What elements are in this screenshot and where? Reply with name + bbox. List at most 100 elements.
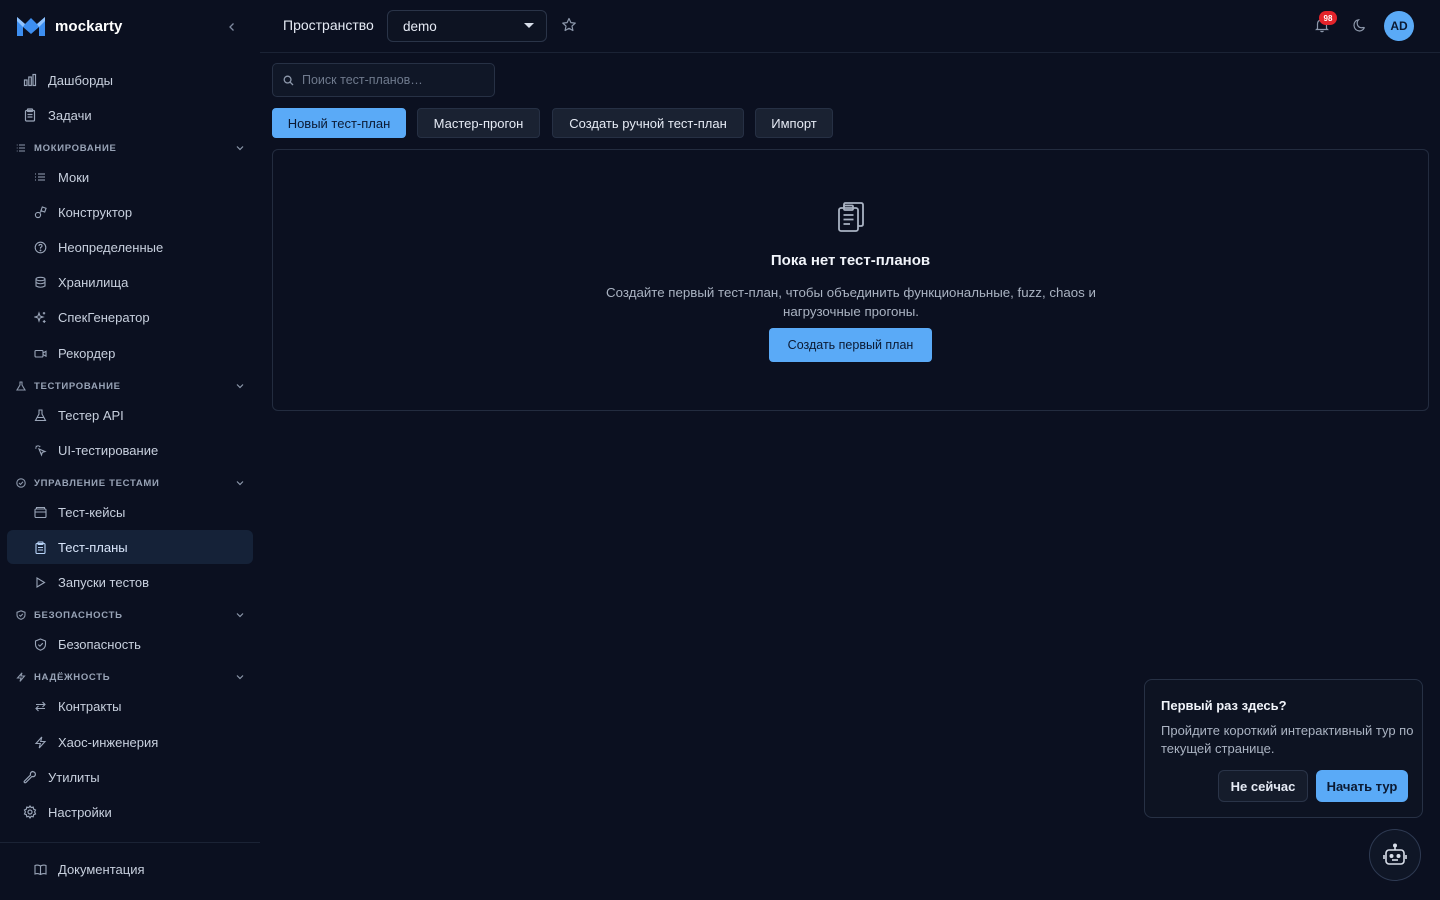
sidebar-item-dashboards[interactable]: Дашборды (7, 63, 253, 97)
tour-later-button[interactable]: Не сейчас (1218, 770, 1308, 802)
create-first-plan-button[interactable]: Создать первый план (769, 328, 932, 362)
sidebar-item-label: UI-тестирование (58, 442, 159, 458)
sidebar-item-chaos-engineering[interactable]: Хаос-инженерия (7, 725, 253, 759)
button-label: Не сейчас (1230, 778, 1296, 794)
empty-state-title: Пока нет тест-планов (770, 252, 931, 269)
sidebar-item-test-plans[interactable]: Тест-планы (7, 530, 253, 564)
search-input[interactable] (302, 73, 482, 87)
tour-start-button[interactable]: Начать тур (1316, 770, 1408, 802)
sidebar-item-label: Конструктор (58, 204, 133, 220)
new-test-plan-button[interactable]: Новый тест-план (272, 108, 406, 138)
section-title: МОКИРОВАНИЕ (34, 142, 117, 154)
sidebar-item-label: Тест-планы (58, 539, 128, 555)
tour-title: Первый раз здесь? (1161, 698, 1287, 713)
clipboard-icon (23, 108, 37, 122)
sidebar-item-ui-testing[interactable]: UI-тестирование (7, 433, 253, 467)
assistant-bot-button[interactable] (1369, 829, 1421, 881)
section-title: УПРАВЛЕНИЕ ТЕСТАМИ (34, 477, 160, 489)
workspace-value: demo (403, 18, 437, 34)
sidebar-item-label: Безопасность (58, 636, 141, 652)
sidebar-item-contracts[interactable]: Контракты (7, 689, 253, 723)
sidebar-item-api-tester[interactable]: Тестер API (7, 398, 253, 432)
section-security[interactable]: БЕЗОПАСНОСТЬ (7, 605, 253, 625)
create-manual-plan-button[interactable]: Создать ручной тест-план (552, 108, 744, 138)
chevron-down-icon (235, 143, 245, 153)
sidebar-item-test-runs[interactable]: Запуски тестов (7, 565, 253, 599)
chevron-down-icon (235, 610, 245, 620)
empty-state-description: Создайте первый тест-план, чтобы объедин… (606, 285, 1096, 319)
sparkles-icon (33, 310, 47, 324)
section-testing[interactable]: ТЕСТИРОВАНИЕ (7, 376, 253, 396)
sidebar-divider (0, 842, 260, 843)
import-button[interactable]: Импорт (755, 108, 833, 138)
tour-text: Пройдите короткий интерактивный тур по т… (1161, 723, 1414, 756)
sidebar-item-mocks[interactable]: Моки (7, 160, 253, 194)
chevron-down-icon (235, 478, 245, 488)
search-box[interactable] (272, 63, 495, 97)
sidebar-item-label: СпекГенератор (58, 309, 150, 325)
sidebar-item-label: Тестер API (58, 407, 124, 423)
zap-icon (16, 672, 26, 682)
sidebar-item-label: Задачи (48, 107, 92, 123)
click-icon (33, 443, 47, 457)
bar-chart-icon (23, 73, 37, 87)
flask-icon (33, 408, 47, 422)
sidebar-item-tasks[interactable]: Задачи (7, 98, 253, 132)
sidebar-item-undefined[interactable]: Неопределенные (7, 230, 253, 264)
sidebar-item-documentation[interactable]: Документация (7, 852, 253, 886)
shield-icon (33, 637, 47, 651)
sidebar-item-security[interactable]: Безопасность (7, 627, 253, 661)
brand[interactable]: mockarty (16, 13, 123, 39)
button-label: Импорт (771, 115, 817, 131)
gear-icon (23, 805, 37, 819)
check-circle-icon (16, 478, 26, 488)
sidebar-item-label: Моки (58, 169, 90, 185)
play-icon (33, 575, 47, 589)
wizard-run-button[interactable]: Мастер-прогон (417, 108, 540, 138)
workspace-select[interactable]: demo (387, 10, 547, 42)
section-test-management[interactable]: УПРАВЛЕНИЕ ТЕСТАМИ (7, 473, 253, 493)
moon-icon[interactable] (1352, 18, 1367, 33)
empty-state-card: Пока нет тест-планов Создайте первый тес… (272, 149, 1429, 411)
sidebar-item-storages[interactable]: Хранилища (7, 265, 253, 299)
sidebar-item-label: Настройки (48, 804, 112, 820)
section-reliability[interactable]: НАДЁЖНОСТЬ (7, 667, 253, 687)
video-icon (33, 346, 47, 360)
arrows-icon (33, 699, 47, 713)
sidebar-item-label: Тест-кейсы (58, 504, 126, 520)
sidebar-item-label: Контракты (58, 698, 122, 714)
book-icon (33, 862, 47, 876)
button-label: Новый тест-план (287, 115, 391, 131)
mockarty-logo-icon (16, 15, 46, 37)
clipboard-icon (33, 540, 47, 554)
collapse-sidebar-button[interactable] (222, 17, 242, 37)
sidebar-item-label: Рекордер (58, 345, 116, 361)
sidebar-item-settings[interactable]: Настройки (7, 795, 253, 829)
sidebar-item-test-cases[interactable]: Тест-кейсы (7, 495, 253, 529)
shield-icon (16, 610, 26, 620)
button-label: Мастер-прогон (433, 115, 524, 131)
sidebar-item-utilities[interactable]: Утилиты (7, 760, 253, 794)
list-icon (16, 143, 26, 153)
notifications-badge: 98 (1319, 11, 1337, 25)
section-title: ТЕСТИРОВАНИЕ (34, 380, 121, 392)
sidebar-item-constructor[interactable]: Конструктор (7, 195, 253, 229)
workspace-label: Пространство (283, 17, 374, 33)
section-mocking[interactable]: МОКИРОВАНИЕ (7, 138, 253, 158)
list-icon (33, 170, 47, 184)
clipboard-list-icon (835, 200, 867, 234)
chevron-down-icon (235, 381, 245, 391)
button-label: Создать ручной тест-план (569, 115, 727, 131)
section-title: НАДЁЖНОСТЬ (34, 671, 111, 683)
wrench-icon (23, 770, 37, 784)
favorite-star-icon[interactable] (561, 17, 577, 33)
button-label: Создать первый план (787, 338, 914, 352)
flask-icon (16, 381, 26, 391)
search-icon (283, 75, 294, 86)
user-avatar[interactable]: AD (1384, 11, 1414, 41)
sidebar-item-spec-generator[interactable]: СпекГенератор (7, 300, 253, 334)
question-circle-icon (33, 240, 47, 254)
sidebar-item-label: Неопределенные (58, 239, 164, 255)
sidebar-item-recorder[interactable]: Рекордер (7, 336, 253, 370)
sidebar-item-label: Хаос-инженерия (58, 734, 159, 750)
